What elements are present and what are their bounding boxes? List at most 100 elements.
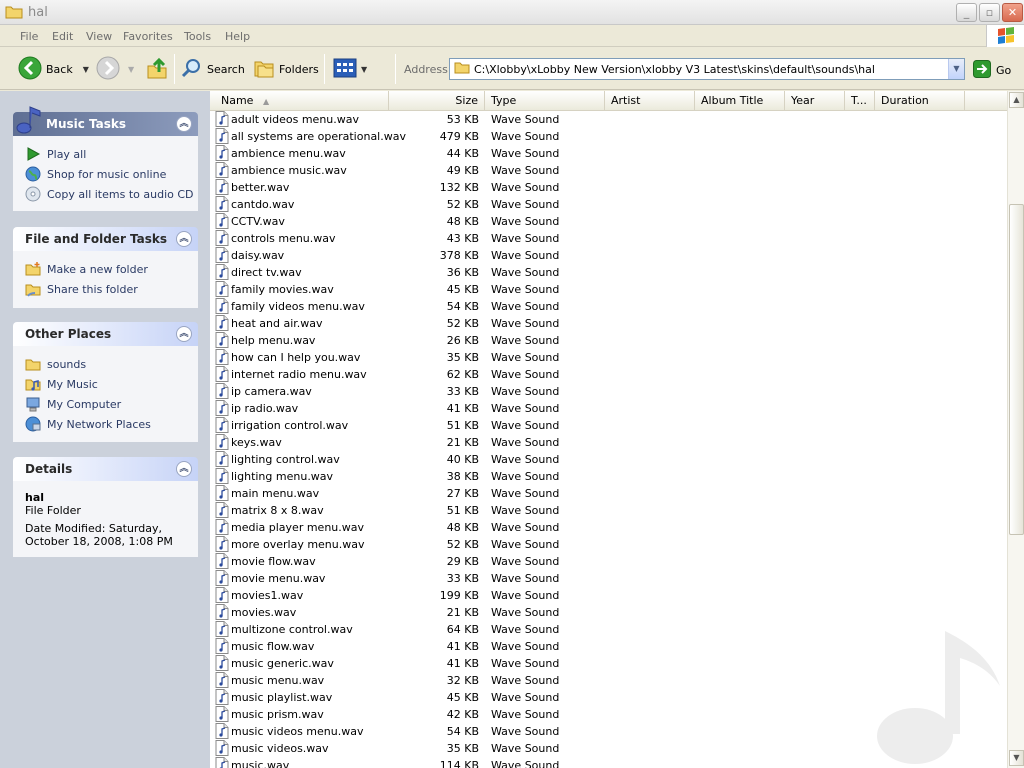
place-my-computer-link[interactable]: My Computer <box>25 394 198 414</box>
file-row[interactable]: movies1.wav 199 KB Wave Sound <box>210 587 1007 604</box>
place-sounds-link[interactable]: sounds <box>25 354 198 374</box>
file-row[interactable]: family movies.wav 45 KB Wave Sound <box>210 281 1007 298</box>
search-button[interactable]: Search <box>181 56 245 82</box>
file-row[interactable]: movie menu.wav 33 KB Wave Sound <box>210 570 1007 587</box>
minimize-button[interactable]: _ <box>956 3 977 22</box>
file-row[interactable]: controls menu.wav 43 KB Wave Sound <box>210 230 1007 247</box>
file-row[interactable]: music.wav 114 KB Wave Sound <box>210 757 1007 768</box>
file-row[interactable]: irrigation control.wav 51 KB Wave Sound <box>210 417 1007 434</box>
maximize-button[interactable]: ▫ <box>979 3 1000 22</box>
file-name: lighting control.wav <box>231 453 340 466</box>
file-size: 40 KB <box>446 453 479 466</box>
file-row[interactable]: music generic.wav 41 KB Wave Sound <box>210 655 1007 672</box>
back-button[interactable]: Back ▼ <box>18 56 89 82</box>
file-row[interactable]: main menu.wav 27 KB Wave Sound <box>210 485 1007 502</box>
views-button[interactable]: ▼ <box>333 56 367 82</box>
file-row[interactable]: keys.wav 21 KB Wave Sound <box>210 434 1007 451</box>
my-music-icon <box>25 376 41 392</box>
address-input[interactable]: C:\Xlobby\xLobby New Version\xlobby V3 L… <box>474 63 875 76</box>
back-dropdown-icon[interactable]: ▼ <box>83 65 89 74</box>
file-size: 33 KB <box>446 385 479 398</box>
menu-help[interactable]: Help <box>225 30 250 43</box>
scroll-up-button[interactable]: ▲ <box>1009 92 1024 108</box>
file-row[interactable]: ip camera.wav 33 KB Wave Sound <box>210 383 1007 400</box>
menu-file[interactable]: File <box>20 30 38 43</box>
file-folder-tasks-header[interactable]: File and Folder Tasks ︽ <box>13 227 198 251</box>
column-header-album-title[interactable]: Album Title <box>695 91 785 110</box>
close-button[interactable]: ✕ <box>1002 3 1023 22</box>
file-row[interactable]: daisy.wav 378 KB Wave Sound <box>210 247 1007 264</box>
other-places-header[interactable]: Other Places ︽ <box>13 322 198 346</box>
play-all-link[interactable]: Play all <box>25 144 198 164</box>
collapse-chevron-icon[interactable]: ︽ <box>176 326 192 342</box>
file-type: Wave Sound <box>491 419 560 432</box>
menu-tools[interactable]: Tools <box>184 30 211 43</box>
address-bar[interactable]: C:\Xlobby\xLobby New Version\xlobby V3 L… <box>449 58 965 80</box>
title-bar[interactable]: hal _ ▫ ✕ <box>0 0 1024 25</box>
share-folder-link[interactable]: Share this folder <box>25 279 198 299</box>
column-header-track[interactable]: T... <box>845 91 875 110</box>
file-row[interactable]: help menu.wav 26 KB Wave Sound <box>210 332 1007 349</box>
file-row[interactable]: multizone control.wav 64 KB Wave Sound <box>210 621 1007 638</box>
folders-button[interactable]: Folders <box>253 56 319 82</box>
place-my-music-link[interactable]: My Music <box>25 374 198 394</box>
file-row[interactable]: adult videos menu.wav 53 KB Wave Sound <box>210 111 1007 128</box>
file-list[interactable]: Name ▲ Size Type Artist Album Title Year… <box>210 91 1007 768</box>
menu-view[interactable]: View <box>86 30 112 43</box>
collapse-chevron-icon[interactable]: ︽ <box>176 116 192 132</box>
collapse-chevron-icon[interactable]: ︽ <box>176 231 192 247</box>
new-folder-icon <box>25 261 41 277</box>
file-size: 26 KB <box>446 334 479 347</box>
file-row[interactable]: movie flow.wav 29 KB Wave Sound <box>210 553 1007 570</box>
file-row[interactable]: music playlist.wav 45 KB Wave Sound <box>210 689 1007 706</box>
address-dropdown-icon[interactable]: ▼ <box>948 59 964 79</box>
menu-favorites[interactable]: Favorites <box>123 30 173 43</box>
column-header-size[interactable]: Size <box>389 91 485 110</box>
file-row[interactable]: music prism.wav 42 KB Wave Sound <box>210 706 1007 723</box>
menu-edit[interactable]: Edit <box>52 30 73 43</box>
file-row[interactable]: family videos menu.wav 54 KB Wave Sound <box>210 298 1007 315</box>
make-new-folder-link[interactable]: Make a new folder <box>25 259 198 279</box>
up-folder-button[interactable] <box>146 56 168 82</box>
shop-music-link[interactable]: Shop for music online <box>25 164 198 184</box>
column-header-name[interactable]: Name ▲ <box>210 91 389 110</box>
music-tasks-header[interactable]: Music Tasks ︽ <box>13 106 198 136</box>
file-row[interactable]: music menu.wav 32 KB Wave Sound <box>210 672 1007 689</box>
file-row[interactable]: more overlay menu.wav 52 KB Wave Sound <box>210 536 1007 553</box>
details-header[interactable]: Details ︽ <box>13 457 198 481</box>
file-name: ip camera.wav <box>231 385 312 398</box>
file-size: 48 KB <box>446 215 479 228</box>
file-row[interactable]: internet radio menu.wav 62 KB Wave Sound <box>210 366 1007 383</box>
file-row[interactable]: ambience music.wav 49 KB Wave Sound <box>210 162 1007 179</box>
column-header-type[interactable]: Type <box>485 91 605 110</box>
column-header-year[interactable]: Year <box>785 91 845 110</box>
search-label: Search <box>207 62 245 76</box>
file-row[interactable]: music videos.wav 35 KB Wave Sound <box>210 740 1007 757</box>
file-row[interactable]: how can I help you.wav 35 KB Wave Sound <box>210 349 1007 366</box>
place-network-link[interactable]: My Network Places <box>25 414 198 434</box>
file-row[interactable]: movies.wav 21 KB Wave Sound <box>210 604 1007 621</box>
go-button[interactable]: Go <box>973 60 1011 81</box>
file-row[interactable]: better.wav 132 KB Wave Sound <box>210 179 1007 196</box>
file-row[interactable]: lighting control.wav 40 KB Wave Sound <box>210 451 1007 468</box>
file-row[interactable]: all systems are operational.wav 479 KB Wav… <box>210 128 1007 145</box>
file-row[interactable]: ambience menu.wav 44 KB Wave Sound <box>210 145 1007 162</box>
file-row[interactable]: heat and air.wav 52 KB Wave Sound <box>210 315 1007 332</box>
file-row[interactable]: matrix 8 x 8.wav 51 KB Wave Sound <box>210 502 1007 519</box>
collapse-chevron-icon[interactable]: ︽ <box>176 461 192 477</box>
file-row[interactable]: CCTV.wav 48 KB Wave Sound <box>210 213 1007 230</box>
file-row[interactable]: music videos menu.wav 54 KB Wave Sound <box>210 723 1007 740</box>
scroll-down-button[interactable]: ▼ <box>1009 750 1024 766</box>
column-header-duration[interactable]: Duration <box>875 91 965 110</box>
file-row[interactable]: media player menu.wav 48 KB Wave Sound <box>210 519 1007 536</box>
file-row[interactable]: music flow.wav 41 KB Wave Sound <box>210 638 1007 655</box>
column-header-artist[interactable]: Artist <box>605 91 695 110</box>
file-row[interactable]: direct tv.wav 36 KB Wave Sound <box>210 264 1007 281</box>
copy-to-cd-link[interactable]: Copy all items to audio CD <box>25 184 198 204</box>
file-row[interactable]: cantdo.wav 52 KB Wave Sound <box>210 196 1007 213</box>
forward-button[interactable]: ▼ <box>96 56 134 82</box>
file-row[interactable]: lighting menu.wav 38 KB Wave Sound <box>210 468 1007 485</box>
file-row[interactable]: ip radio.wav 41 KB Wave Sound <box>210 400 1007 417</box>
vertical-scrollbar[interactable]: ▲ ▼ <box>1007 91 1024 768</box>
scroll-thumb[interactable] <box>1009 204 1024 535</box>
